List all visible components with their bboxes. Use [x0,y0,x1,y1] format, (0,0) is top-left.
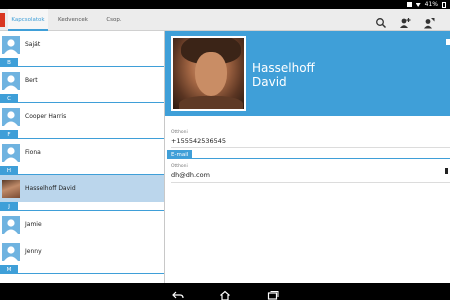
action-bar: Kapcsolatok Kedvencek Csop. [0,9,450,31]
recent-apps-button[interactable] [267,286,279,300]
contact-name: Jamie [25,221,42,228]
contact-row[interactable]: Bert [0,67,164,94]
default-avatar-icon [2,215,20,234]
home-icon [220,290,230,301]
divider [171,182,450,183]
contact-row[interactable]: Saját [0,31,164,58]
email-action-icon[interactable] [445,168,448,174]
tab-groups[interactable]: Csop. [100,9,128,31]
edit-icon[interactable] [446,39,450,45]
contact-row[interactable]: Jamie [0,211,164,238]
section-header-j: J [0,202,164,211]
person-settings-icon [424,18,435,29]
person-settings-button[interactable] [423,14,435,29]
contact-header: Hasselhoff David [165,31,450,116]
phone-value[interactable]: +155542536545 [171,137,226,145]
email-section-label: E-mail [167,150,193,159]
notification-icon [406,2,412,7]
tab-contacts[interactable]: Kapcsolatok [8,9,48,31]
contact-name: Cooper Harris [25,113,67,120]
section-letter: J [0,202,18,211]
contact-name: Fiona [25,149,41,156]
contact-photo[interactable] [171,36,246,111]
section-header-f: F [0,130,164,139]
section-letter: F [0,130,18,139]
phone-label: Otthoni [171,130,188,135]
contact-name: Hasselhoff David [25,185,76,192]
contact-name: Bert [25,77,38,84]
tab-favorites[interactable]: Kedvencek [55,9,91,31]
search-icon [376,18,387,29]
battery-text: 41% [424,1,438,8]
section-header-b: B [0,58,164,67]
default-avatar-icon [2,242,20,261]
contact-last-name: Hasselhoff [252,61,315,75]
section-header-m: M [0,265,164,274]
email-value[interactable]: dh@dh.com [171,171,210,179]
default-avatar-icon [2,35,20,54]
contact-first-name: David [252,75,287,89]
back-button[interactable] [172,286,184,299]
navigation-bar [0,283,450,301]
contact-name: Saját [25,41,41,48]
contact-detail: Hasselhoff David Otthoni +155542536545 E… [165,31,450,283]
email-label: Otthoni [171,164,188,169]
add-contact-button[interactable] [399,14,411,28]
contact-display-name: Hasselhoff David [252,61,315,89]
section-header-h: H [0,166,164,175]
email-section-header: E-mail [167,150,450,159]
contact-row[interactable]: Cooper Harris [0,103,164,130]
battery-icon [442,1,446,8]
section-letter: H [0,166,18,175]
section-header-c: C [0,94,164,103]
default-avatar-icon [2,107,20,126]
wifi-icon [415,3,421,7]
home-button[interactable] [219,286,231,301]
contact-row[interactable]: Jenny [0,238,164,265]
search-button[interactable] [375,14,387,29]
divider [171,147,450,148]
section-letter: M [0,265,18,274]
default-avatar-icon [2,143,20,162]
status-bar: 41% [0,0,450,9]
section-letter: B [0,58,18,67]
contact-name: Jenny [25,248,42,255]
default-avatar-icon [2,71,20,90]
recent-apps-icon [267,291,279,300]
contact-list[interactable]: Saját B Bert C Cooper Harris F Fiona H Hasselhof… [0,31,165,283]
section-letter: C [0,94,18,103]
app-icon[interactable] [0,13,5,27]
add-contact-icon [400,18,411,28]
status-icons: 41% [406,0,446,9]
contact-row[interactable]: Fiona [0,139,164,166]
back-icon [172,291,184,299]
contact-row[interactable]: Hasselhoff David [0,175,164,202]
contact-photo-thumbnail [2,179,20,198]
